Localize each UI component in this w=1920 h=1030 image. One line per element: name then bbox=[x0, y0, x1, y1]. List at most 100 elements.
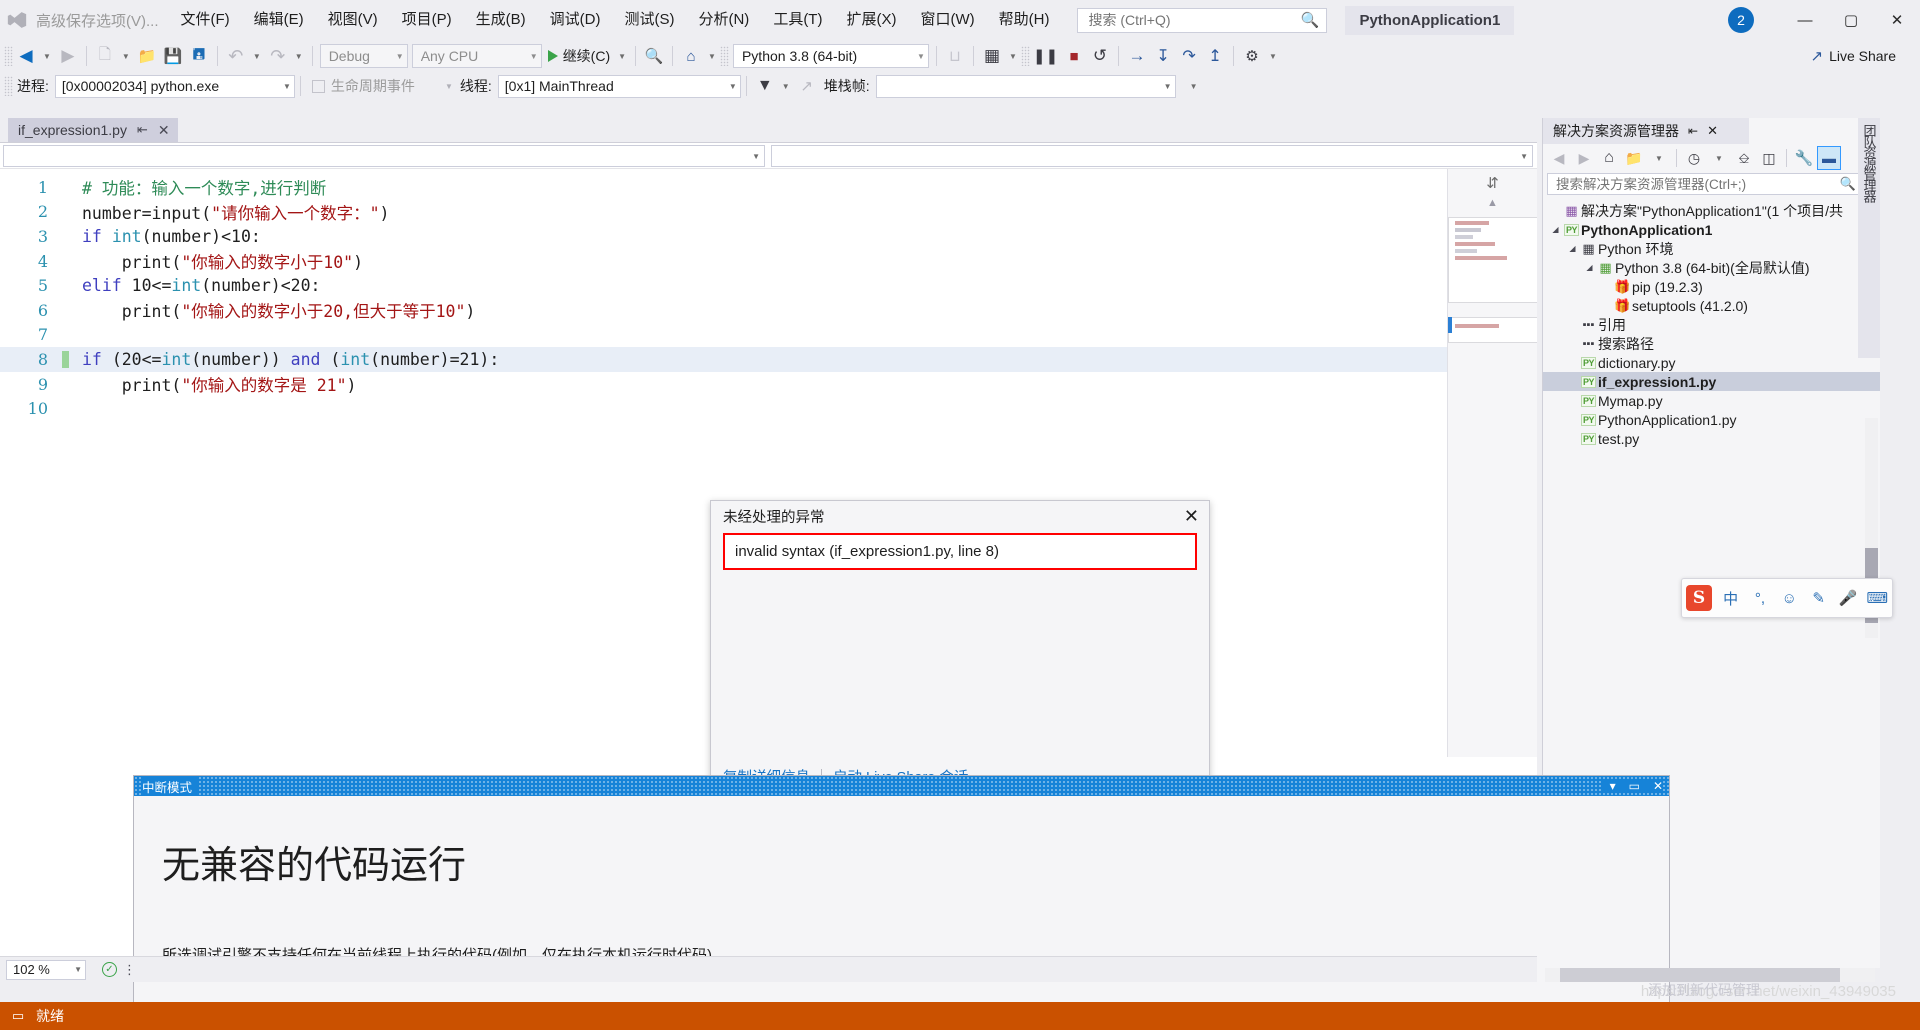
menu-project[interactable]: 项目(P) bbox=[390, 0, 464, 40]
step-out-icon[interactable]: ↥ bbox=[1202, 43, 1228, 69]
undo-icon[interactable]: ↶ bbox=[223, 43, 249, 69]
global-search-box[interactable]: 🔍 bbox=[1077, 7, 1328, 33]
code-line[interactable]: 6 print("你输入的数字小于20,但大于等于10") bbox=[0, 298, 1537, 323]
redo-icon[interactable]: ↷ bbox=[265, 43, 291, 69]
tree-item[interactable]: ▪▪▪ 引用 bbox=[1543, 315, 1880, 334]
expander-icon[interactable]: ◢ bbox=[1583, 263, 1596, 272]
tab-solution-explorer[interactable]: 解决方案资源管理器 ⇤ ✕ bbox=[1543, 118, 1749, 144]
step-over-icon[interactable]: ↷ bbox=[1176, 43, 1202, 69]
pending-changes-icon[interactable]: ◷ bbox=[1682, 146, 1706, 170]
code-line[interactable]: 2 number=input("请你输入一个数字：") bbox=[0, 200, 1537, 225]
filter-dropdown-icon[interactable]: ▼ bbox=[778, 82, 794, 91]
code-line[interactable]: 5 elif 10<=int(number)<20: bbox=[0, 273, 1537, 298]
maximize-icon[interactable]: ▭ bbox=[1629, 779, 1640, 793]
save-icon[interactable]: 💾 bbox=[160, 43, 186, 69]
code-line[interactable]: 4 print("你输入的数字小于10") bbox=[0, 249, 1537, 274]
open-file-icon[interactable]: 📁 bbox=[134, 43, 160, 69]
ime-toolbar[interactable]: S 中 °, ☺ ✎ 🎤 ⌨ bbox=[1681, 578, 1893, 618]
maximize-button[interactable]: ▢ bbox=[1828, 0, 1874, 40]
new-folder-icon[interactable]: 📁 bbox=[1622, 146, 1646, 170]
menu-file[interactable]: 文件(F) bbox=[169, 0, 242, 40]
breakpoint-list-icon[interactable]: ⊔ bbox=[942, 43, 968, 69]
new-dropdown-icon[interactable]: ▼ bbox=[118, 52, 134, 61]
continue-button[interactable]: 继续(C) bbox=[544, 43, 614, 69]
menu-edit[interactable]: 编辑(E) bbox=[242, 0, 316, 40]
chevron-down-icon[interactable]: ▼ bbox=[1647, 146, 1671, 170]
microphone-icon[interactable]: 🎤 bbox=[1833, 589, 1862, 607]
close-icon[interactable]: ✕ bbox=[1653, 779, 1663, 793]
sogou-logo-icon[interactable]: S bbox=[1682, 579, 1716, 617]
tree-item[interactable]: PY test.py bbox=[1543, 429, 1880, 448]
solution-configuration-combo[interactable]: Debug ▼ bbox=[319, 44, 408, 68]
undo-dropdown-icon[interactable]: ▼ bbox=[249, 52, 265, 61]
close-button[interactable]: ✕ bbox=[1874, 0, 1920, 40]
team-explorer-vertical-tab[interactable]: 团队资源管理器 bbox=[1858, 118, 1880, 358]
menu-test[interactable]: 测试(S) bbox=[612, 0, 686, 40]
tree-item[interactable]: ◢ ▦ Python 3.8 (64-bit)(全局默认值) bbox=[1543, 258, 1880, 277]
menu-tools[interactable]: 工具(T) bbox=[761, 0, 834, 40]
handwriting-icon[interactable]: ✎ bbox=[1804, 589, 1833, 607]
save-all-icon[interactable]: 🖪 bbox=[186, 43, 212, 69]
pin-icon[interactable]: ⇤ bbox=[137, 122, 148, 138]
tab-if-expression1[interactable]: if_expression1.py ⇤ ✕ bbox=[8, 118, 178, 142]
code-line[interactable]: 7 bbox=[0, 323, 1537, 348]
code-line[interactable]: 8 if (20<=int(number)) and (int(number)=2… bbox=[0, 347, 1537, 372]
navigate-forward-icon[interactable]: ▶ bbox=[55, 43, 81, 69]
home-icon[interactable]: ⌂ bbox=[1597, 146, 1621, 170]
tree-item[interactable]: PY dictionary.py bbox=[1543, 353, 1880, 372]
notification-badge[interactable]: 2 bbox=[1728, 7, 1754, 33]
tree-item[interactable]: 🎁 setuptools (41.2.0) bbox=[1543, 296, 1880, 315]
ime-mode-chinese[interactable]: 中 bbox=[1716, 588, 1745, 609]
zoom-level-combo[interactable]: 102 % ▼ bbox=[6, 959, 86, 980]
hot-reload-dropdown-icon[interactable]: ▼ bbox=[1265, 52, 1281, 61]
continue-dropdown-icon[interactable]: ▼ bbox=[614, 52, 630, 61]
navigate-back-icon[interactable]: ◀ bbox=[13, 43, 39, 69]
minimap-current-block[interactable] bbox=[1448, 317, 1537, 343]
chevron-down-icon[interactable]: ▼ bbox=[1707, 146, 1731, 170]
filter-icon[interactable]: ▼ bbox=[752, 73, 778, 99]
expander-icon[interactable]: ◢ bbox=[1549, 225, 1562, 234]
break-mode-titlebar[interactable]: 中断模式 ▾ ▭ ✕ bbox=[134, 776, 1669, 796]
preview-selected-icon[interactable]: ▬ bbox=[1817, 146, 1841, 170]
solution-platform-combo[interactable]: Any CPU ▼ bbox=[411, 44, 542, 68]
quick-access-label[interactable]: 高级保存选项(V)... bbox=[34, 10, 169, 31]
stack-frame-toggle-icon[interactable]: ↗ bbox=[794, 73, 820, 99]
show-next-statement-icon[interactable]: → bbox=[1124, 43, 1150, 69]
tree-item[interactable]: PY if_expression1.py bbox=[1543, 372, 1880, 391]
expander-icon[interactable]: ◢ bbox=[1566, 244, 1579, 253]
thread-combo[interactable]: [0x1] MainThread ▼ bbox=[497, 74, 741, 98]
tree-item[interactable]: 🎁 pip (19.2.3) bbox=[1543, 277, 1880, 296]
properties-icon[interactable]: ◫ bbox=[1757, 146, 1781, 170]
process-combo[interactable]: [0x00002034] python.exe ▼ bbox=[54, 74, 295, 98]
toolbar-grip[interactable] bbox=[719, 46, 729, 66]
menu-debug[interactable]: 调试(D) bbox=[538, 0, 613, 40]
tree-item[interactable]: ▦ 解决方案"PythonApplication1"(1 个项目/共 bbox=[1543, 201, 1880, 220]
menu-help[interactable]: 帮助(H) bbox=[987, 0, 1062, 40]
close-icon[interactable]: ✕ bbox=[1184, 507, 1199, 525]
solution-tree[interactable]: ▦ 解决方案"PythonApplication1"(1 个项目/共 ◢ PY Pyth… bbox=[1543, 198, 1880, 448]
live-share-button[interactable]: ↗ Live Share bbox=[1810, 47, 1920, 65]
code-line[interactable]: 1 # 功能：输入一个数字,进行判断 bbox=[0, 175, 1537, 200]
tree-item[interactable]: ◢ PY PythonApplication1 bbox=[1543, 220, 1880, 239]
lifecycle-events-combo[interactable]: 生命周期事件 ▼ bbox=[306, 75, 456, 98]
forward-icon[interactable]: ▶ bbox=[1572, 146, 1596, 170]
code-line[interactable]: 10 bbox=[0, 396, 1537, 421]
tree-item[interactable]: ▪▪▪ 搜索路径 bbox=[1543, 334, 1880, 353]
toolbar-grip[interactable] bbox=[4, 46, 13, 66]
back-dropdown-icon[interactable]: ▼ bbox=[39, 52, 55, 61]
python-interpreter-combo[interactable]: Python 3.8 (64-bit) ▼ bbox=[732, 44, 929, 68]
horizontal-scrollbar-thumb[interactable] bbox=[1560, 968, 1840, 982]
breakpoint-gutter[interactable] bbox=[58, 350, 72, 368]
settings-wrench-icon[interactable]: 🔧 bbox=[1792, 146, 1816, 170]
solution-explorer-search[interactable]: 🔍 ▼ bbox=[1547, 173, 1874, 195]
tree-item[interactable]: PY Mymap.py bbox=[1543, 391, 1880, 410]
attach-to-process-icon[interactable]: 🔍 bbox=[641, 43, 667, 69]
back-icon[interactable]: ◀ bbox=[1547, 146, 1571, 170]
scroll-up-icon[interactable]: ▲ bbox=[1448, 197, 1537, 209]
menu-analyze[interactable]: 分析(N) bbox=[686, 0, 761, 40]
home-icon[interactable]: ⌂ bbox=[678, 43, 704, 69]
stack-frame-combo[interactable]: ▼ bbox=[875, 74, 1176, 98]
minimap-thumb[interactable] bbox=[1448, 217, 1537, 303]
new-project-icon[interactable]: 🗋 bbox=[92, 43, 118, 69]
menu-build[interactable]: 生成(B) bbox=[464, 0, 538, 40]
